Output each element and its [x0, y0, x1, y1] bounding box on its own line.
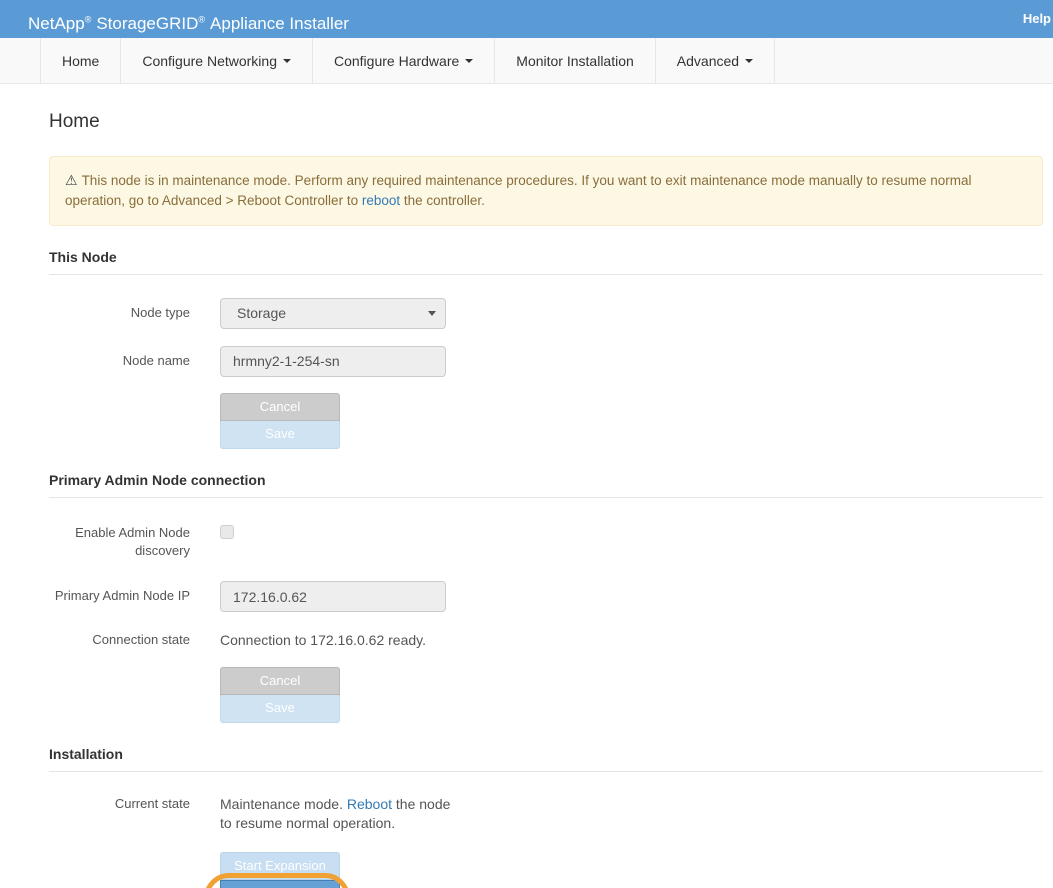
connection-state-label: Connection state [92, 632, 190, 648]
chevron-down-icon [428, 310, 436, 316]
save-button[interactable]: Save [220, 420, 340, 449]
section-title: Primary Admin Node connection [49, 472, 1043, 498]
page-title: Home [49, 111, 100, 132]
start-expansion-button[interactable]: Start Expansion [220, 851, 340, 880]
admin-connection-buttons: Cancel Save [220, 666, 340, 723]
connection-state-value: Connection to 172.16.0.62 ready. [220, 632, 427, 649]
nav-tab-advanced[interactable]: Advanced [654, 38, 776, 83]
registered-mark: ® [84, 14, 92, 24]
cancel-button[interactable]: Cancel [220, 392, 340, 421]
admin-node-discovery-checkbox[interactable] [220, 524, 234, 539]
node-name-label: Node name [122, 352, 190, 368]
label-line: Enable Admin Node [75, 524, 190, 540]
node-type-select[interactable]: Storage [220, 297, 446, 329]
warning-triangle-icon: ⚠ [65, 172, 78, 188]
cancel-button[interactable]: Cancel [220, 666, 340, 695]
nav-tab-label: Advanced [676, 52, 740, 69]
enable-cloning-button[interactable]: Enable Cloning [220, 879, 340, 888]
node-type-label: Node type [130, 304, 190, 320]
nav-tab-monitor-installation[interactable]: Monitor Installation [494, 38, 655, 83]
maintenance-warning-banner: ⚠ This node is in maintenance mode. Perfo… [49, 156, 1043, 226]
main-nav: Home Configure Networking Configure Hard… [0, 38, 1053, 84]
admin-ip-row: Primary Admin Node IP [49, 581, 1043, 613]
admin-discovery-label: Enable Admin Node discovery [49, 524, 190, 562]
registered-mark: ® [198, 14, 206, 24]
label-line: discovery [135, 543, 190, 559]
save-button[interactable]: Save [220, 694, 340, 723]
current-state-label: Current state [114, 795, 190, 811]
node-name-row: Node name [49, 345, 1043, 377]
current-state-text: Maintenance mode. [220, 795, 347, 812]
section-this-node: This Node Node type Storage Node name Ca… [49, 249, 1043, 449]
nav-tab-label: Monitor Installation [516, 52, 634, 69]
help-link[interactable]: Help [1023, 0, 1051, 38]
installation-buttons: Start Expansion Enable Cloning [204, 851, 350, 888]
section-title: This Node [49, 249, 1043, 275]
reboot-link[interactable]: reboot [362, 193, 400, 208]
admin-ip-label: Primary Admin Node IP [54, 588, 190, 604]
chevron-down-icon [465, 58, 474, 63]
app-title: NetApp® StorageGRID® Appliance Installer [28, 14, 349, 33]
section-installation: Installation Current state Maintenance m… [49, 746, 1043, 888]
reboot-node-link[interactable]: Reboot [347, 796, 392, 812]
nav-tab-configure-hardware[interactable]: Configure Hardware [311, 38, 494, 83]
brand-netapp: NetApp [28, 13, 85, 33]
node-type-selected-value: Storage [237, 304, 287, 321]
current-state-row: Current state Maintenance mode. Reboot t… [49, 795, 1043, 834]
warning-text: This node is in maintenance mode. Perfor… [65, 173, 972, 209]
nav-tab-label: Configure Networking [142, 52, 277, 69]
this-node-buttons: Cancel Save [220, 392, 340, 449]
chevron-down-icon [745, 58, 754, 63]
nav-tab-configure-networking[interactable]: Configure Networking [120, 38, 312, 83]
warning-text-after: the controller. [400, 193, 485, 209]
brand-storagegrid: StorageGRID [96, 13, 199, 33]
node-name-input[interactable] [220, 345, 446, 377]
section-title: Installation [49, 746, 1043, 772]
nav-tab-home[interactable]: Home [40, 38, 120, 83]
primary-admin-node-ip-input[interactable] [220, 581, 446, 613]
app-header: NetApp® StorageGRID® Appliance Installer H… [0, 0, 1053, 38]
page-content: Home ⚠ This node is in maintenance mode. … [0, 111, 1053, 888]
chevron-down-icon [282, 58, 291, 63]
section-admin-node-connection: Primary Admin Node connection Enable Adm… [49, 472, 1043, 723]
admin-discovery-row: Enable Admin Node discovery [49, 524, 1043, 562]
brand-suffix: Appliance Installer [210, 13, 349, 33]
node-type-row: Node type Storage [49, 297, 1043, 329]
connection-state-row: Connection state Connection to 172.16.0.… [49, 631, 1043, 651]
current-state-value: Maintenance mode. Reboot the node to res… [220, 795, 465, 834]
nav-tab-label: Configure Hardware [333, 52, 460, 69]
nav-tab-label: Home [62, 52, 100, 69]
